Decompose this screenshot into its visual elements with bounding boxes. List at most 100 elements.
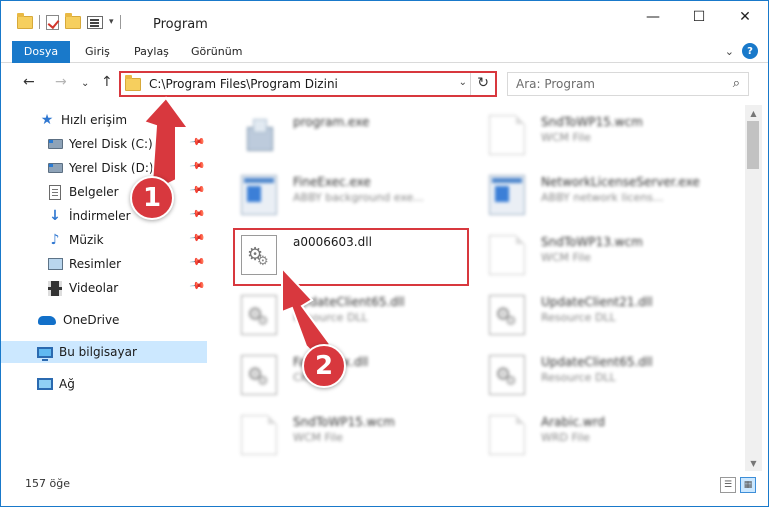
search-input[interactable]: Ara: Program xyxy=(516,77,595,91)
file-tile[interactable]: SndToWP13.wcm WCM File xyxy=(469,225,709,283)
refresh-icon[interactable]: ↻ xyxy=(477,75,489,91)
sidebar-item-label: İndirmeler xyxy=(69,209,131,223)
folder-icon xyxy=(17,12,33,29)
sidebar-item-this-pc[interactable]: Bu bilgisayar xyxy=(1,341,207,363)
network-icon xyxy=(37,378,53,390)
sidebar-item-label: Hızlı erişim xyxy=(61,113,128,127)
sidebar-item-downloads[interactable]: ↓ İndirmeler 📌 xyxy=(1,205,207,227)
tab-view[interactable]: Görünüm xyxy=(179,41,254,63)
pin-icon[interactable]: 📌 xyxy=(188,134,205,150)
file-tile[interactable]: UpdateClient65.dll Resource DLL xyxy=(469,345,709,403)
file-type: Resource DLL xyxy=(541,311,616,324)
tiles-view-icon[interactable]: ▦ xyxy=(740,477,756,493)
maximize-button[interactable]: ☐ xyxy=(676,1,722,33)
vertical-scrollbar[interactable]: ▲ ▼ xyxy=(745,105,762,471)
file-name: FineExec.exe xyxy=(293,175,371,189)
tab-home[interactable]: Giriş xyxy=(73,41,122,63)
ribbon-right: ⌄ ? xyxy=(725,43,758,59)
file-tile[interactable]: UpdateClient65.dll Resource DLL xyxy=(221,285,461,343)
sidebar-item-onedrive[interactable]: OneDrive xyxy=(1,309,207,331)
sidebar-item-label: Belgeler xyxy=(69,185,119,199)
target-file-highlight xyxy=(233,228,469,286)
customize-toolbar-icon[interactable]: ▾ xyxy=(109,17,114,27)
pin-icon[interactable]: 📌 xyxy=(188,278,205,294)
dll-gear-icon xyxy=(489,295,525,335)
app-icon xyxy=(241,175,277,215)
sidebar-item-videos[interactable]: Videolar 📌 xyxy=(1,277,207,299)
file-name: SndToWP15.wcm xyxy=(293,415,395,429)
details-view-icon[interactable]: ☰ xyxy=(720,477,736,493)
sidebar-item-documents[interactable]: Belgeler 📌 xyxy=(1,181,207,203)
toolbar-separator xyxy=(119,15,121,29)
file-type: WCM File xyxy=(541,131,591,144)
sidebar-item-pictures[interactable]: Resimler 📌 xyxy=(1,253,207,275)
file-name: Arabic.wrd xyxy=(541,415,606,429)
dll-gear-icon xyxy=(241,355,277,395)
properties-check-icon[interactable] xyxy=(46,14,59,30)
page-icon xyxy=(489,115,525,155)
toolbar-separator xyxy=(39,15,40,29)
tab-share[interactable]: Paylaş xyxy=(122,41,181,63)
minimize-button[interactable]: — xyxy=(630,1,676,33)
sidebar-item-label: Videolar xyxy=(69,281,119,295)
file-tile[interactable]: FineExec.exe ABBY background exe... xyxy=(221,165,461,223)
search-icon[interactable]: ⌕ xyxy=(733,76,740,91)
address-dropdown-icon[interactable]: ⌄ xyxy=(459,77,467,88)
page-icon xyxy=(241,415,277,455)
sidebar-item-local-disk-d[interactable]: Yerel Disk (D:) 📌 xyxy=(1,157,207,179)
sidebar-item-network[interactable]: Ağ xyxy=(1,373,207,395)
file-tile[interactable]: UpdateClient21.dll Resource DLL xyxy=(469,285,709,343)
folder-icon xyxy=(125,74,141,91)
file-type: Resource DLL xyxy=(293,311,368,324)
sidebar-item-music[interactable]: ♪ Müzik 📌 xyxy=(1,229,207,251)
step-badge-1: 1 xyxy=(130,176,174,220)
tab-file[interactable]: Dosya xyxy=(12,41,70,63)
address-path[interactable]: C:\Program Files\Program Dizini xyxy=(149,77,338,91)
pin-icon[interactable]: 📌 xyxy=(188,206,205,222)
file-tile[interactable]: Arabic.wrd WRD File xyxy=(469,405,709,463)
sidebar-item-label: Ağ xyxy=(59,377,75,391)
computer-icon xyxy=(37,346,53,361)
sidebar-item-local-disk-c[interactable]: Yerel Disk (C:) 📌 xyxy=(1,133,207,155)
title-bar: ▾ Program — ☐ ✕ xyxy=(1,1,768,39)
file-tile[interactable]: program.exe xyxy=(221,105,461,163)
up-button[interactable]: ↑ xyxy=(101,74,113,90)
scroll-up-icon[interactable]: ▲ xyxy=(745,105,762,121)
file-type: ABBY network licens... xyxy=(541,191,664,204)
back-button[interactable]: ← xyxy=(23,74,35,90)
sidebar-item-quick-access[interactable]: ★ Hızlı erişim xyxy=(1,109,207,131)
file-name: SndToWP15.wcm xyxy=(541,115,643,129)
help-icon[interactable]: ? xyxy=(742,43,758,59)
file-tile[interactable]: NetworkLicenseServer.exe ABBY network li… xyxy=(469,165,709,223)
pictures-icon xyxy=(47,258,63,270)
document-icon xyxy=(49,184,61,200)
file-type: WCM File xyxy=(293,431,343,444)
file-tile[interactable]: SndToWP15.wcm WCM File xyxy=(221,405,461,463)
disk-icon xyxy=(47,139,63,149)
file-tile[interactable]: SndToWP15.wcm WCM File xyxy=(469,105,709,163)
step-badge-2: 2 xyxy=(302,344,346,388)
sidebar-item-label: OneDrive xyxy=(63,313,120,327)
file-name: UpdateClient65.dll xyxy=(293,295,405,309)
scroll-thumb[interactable] xyxy=(747,121,759,169)
video-icon xyxy=(48,280,62,296)
status-bar: 157 öğe ☰ ▦ xyxy=(1,473,768,497)
file-type: WRD File xyxy=(541,431,590,444)
expand-ribbon-icon[interactable]: ⌄ xyxy=(725,45,734,58)
pin-icon[interactable]: 📌 xyxy=(188,254,205,270)
recent-locations-button[interactable]: ⌄ xyxy=(81,78,89,89)
window-title: Program xyxy=(153,17,208,32)
search-box[interactable]: Ara: Program ⌕ xyxy=(507,72,749,96)
file-type: ABBY background exe... xyxy=(293,191,424,204)
explorer-window: ▾ Program — ☐ ✕ Dosya Giriş Paylaş Görün… xyxy=(0,0,769,507)
pin-icon[interactable]: 📌 xyxy=(188,230,205,246)
new-folder-icon[interactable] xyxy=(65,12,81,29)
pin-icon[interactable]: 📌 xyxy=(188,182,205,198)
forward-button[interactable]: → xyxy=(55,74,67,90)
sidebar-item-label: Bu bilgisayar xyxy=(59,345,137,359)
pin-icon[interactable]: 📌 xyxy=(188,158,205,174)
close-button[interactable]: ✕ xyxy=(722,1,768,33)
scroll-down-icon[interactable]: ▼ xyxy=(745,455,762,471)
address-bar[interactable]: C:\Program Files\Program Dizini ⌄ ↻ xyxy=(119,71,497,97)
properties-icon[interactable] xyxy=(87,15,103,29)
